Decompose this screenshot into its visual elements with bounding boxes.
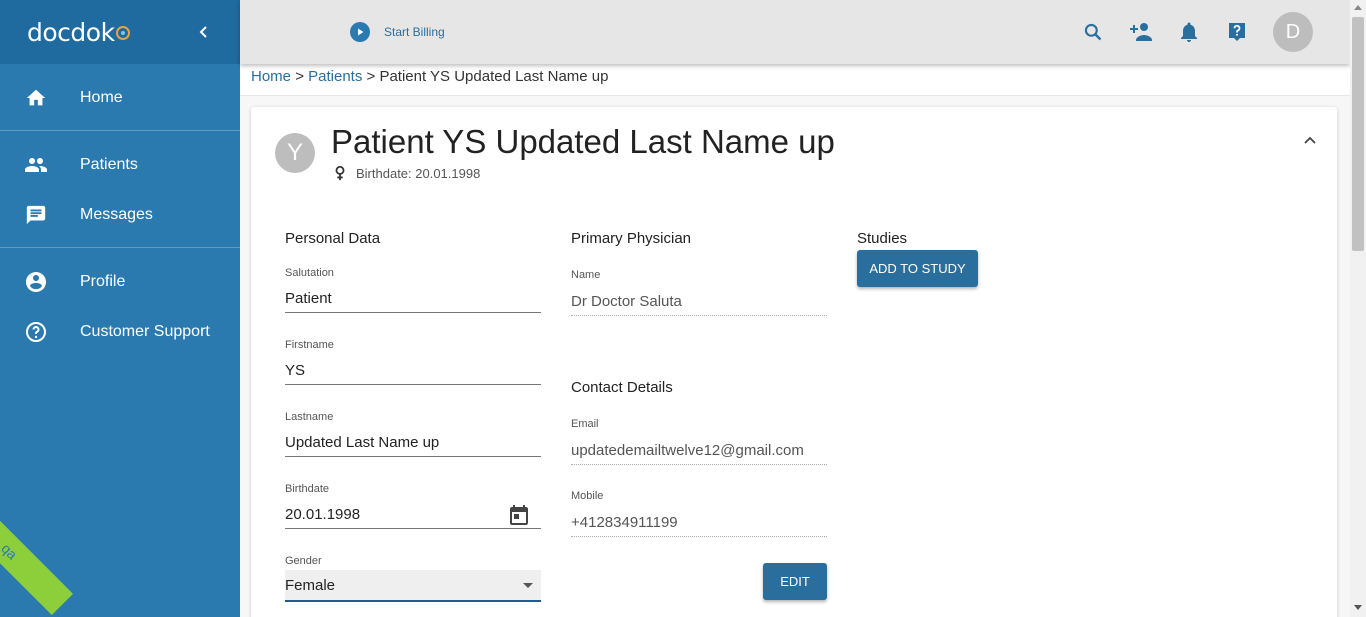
add-person-icon[interactable] (1128, 20, 1154, 44)
app-logo[interactable]: docdok (27, 18, 130, 47)
birthdate-value: 20.01.1998 (285, 506, 361, 523)
sidebar-header: docdok (0, 0, 240, 64)
email-label: Email (571, 418, 599, 430)
environment-badge: qa (0, 508, 74, 616)
account-circle-icon (24, 270, 48, 294)
mobile-label: Mobile (571, 490, 604, 502)
message-icon (24, 203, 48, 227)
salutation-value: Patient (285, 290, 332, 307)
sidebar-item-messages[interactable]: Messages (0, 195, 240, 235)
physician-name-field: Dr Doctor Saluta (571, 288, 827, 316)
salutation-label: Salutation (285, 267, 334, 279)
patient-avatar: Y (275, 133, 315, 173)
collapse-sidebar-button[interactable] (192, 20, 216, 44)
breadcrumb: Home > Patients > Patient YS Updated Las… (251, 68, 608, 85)
sidebar-item-home[interactable]: Home (0, 78, 240, 118)
sidebar-item-label: Messages (80, 206, 153, 223)
studies-title: Studies (857, 230, 908, 247)
breadcrumb-separator: > (366, 68, 376, 85)
people-icon (24, 153, 48, 177)
sidebar-item-label: Home (80, 89, 123, 106)
scroll-down-icon[interactable] (1354, 605, 1362, 610)
gender-value: Female (285, 576, 336, 594)
dropdown-arrow-icon (523, 583, 533, 588)
breadcrumb-separator: > (295, 68, 304, 85)
breadcrumb-patients-link[interactable]: Patients (308, 68, 362, 85)
sidebar-item-label: Customer Support (80, 323, 210, 340)
search-icon[interactable] (1081, 20, 1105, 44)
patient-birthdate: Birthdate: 20.01.1998 (356, 165, 481, 181)
collapse-card-button[interactable] (1298, 129, 1322, 153)
physician-name-value: Dr Doctor Saluta (571, 293, 682, 310)
bell-icon[interactable] (1177, 20, 1201, 44)
scrollbar-thumb[interactable] (1352, 17, 1364, 251)
sidebar: docdok Home Patients Messages Profile Cu… (0, 0, 240, 617)
edit-button[interactable]: EDIT (763, 563, 827, 600)
salutation-field[interactable]: Patient (285, 285, 541, 313)
logo-mark-icon (115, 26, 130, 40)
sidebar-item-customer-support[interactable]: Customer Support (0, 312, 240, 352)
sidebar-divider (0, 247, 240, 248)
contact-details-title: Contact Details (571, 379, 673, 396)
sidebar-item-label: Patients (80, 156, 138, 173)
email-field: updatedemailtwelve12@gmail.com (571, 437, 827, 465)
gender-select[interactable]: Female (285, 570, 541, 602)
mobile-value: +412834911199 (571, 514, 678, 531)
birthdate-label: Birthdate (285, 483, 330, 495)
add-to-study-button[interactable]: ADD TO STUDY (857, 250, 978, 287)
user-avatar[interactable]: D (1273, 12, 1313, 52)
gender-label: Gender (285, 555, 322, 567)
birthdate-field[interactable]: 20.01.1998 (285, 501, 541, 529)
start-billing-button[interactable]: Start Billing (350, 22, 445, 42)
sidebar-item-patients[interactable]: Patients (0, 145, 240, 185)
help-icon[interactable] (1225, 20, 1249, 44)
mobile-field: +412834911199 (571, 509, 827, 537)
play-icon (350, 22, 370, 42)
page-scrollbar[interactable] (1350, 0, 1366, 617)
patient-birthdate-line: Birthdate: 20.01.1998 (333, 165, 480, 181)
lastname-field[interactable]: Updated Last Name up (285, 429, 541, 457)
physician-name-label: Name (571, 269, 601, 281)
help-circle-icon (24, 320, 48, 344)
home-icon (24, 86, 48, 110)
sidebar-divider (0, 130, 240, 131)
firstname-field[interactable]: YS (285, 357, 541, 385)
lastname-label: Lastname (285, 411, 334, 423)
chevron-up-icon (1304, 136, 1316, 144)
sidebar-item-profile[interactable]: Profile (0, 262, 240, 302)
breadcrumb-home-link[interactable]: Home (251, 68, 291, 85)
scroll-up-icon[interactable] (1354, 5, 1362, 10)
start-billing-label: Start Billing (384, 25, 445, 39)
email-value: updatedemailtwelve12@gmail.com (571, 442, 804, 459)
personal-data-title: Personal Data (285, 230, 381, 247)
female-icon (335, 165, 345, 181)
logo-text: docdok (27, 17, 115, 47)
page-title: Patient YS Updated Last Name up (331, 123, 835, 160)
sidebar-item-label: Profile (80, 273, 126, 290)
lastname-value: Updated Last Name up (285, 434, 440, 451)
breadcrumb-current: Patient YS Updated Last Name up (379, 68, 609, 85)
top-app-bar: Start Billing D (240, 0, 1350, 64)
calendar-icon[interactable] (507, 503, 531, 527)
firstname-value: YS (285, 362, 306, 379)
firstname-label: Firstname (285, 339, 334, 351)
chevron-left-icon (199, 26, 207, 38)
primary-physician-title: Primary Physician (571, 230, 692, 247)
